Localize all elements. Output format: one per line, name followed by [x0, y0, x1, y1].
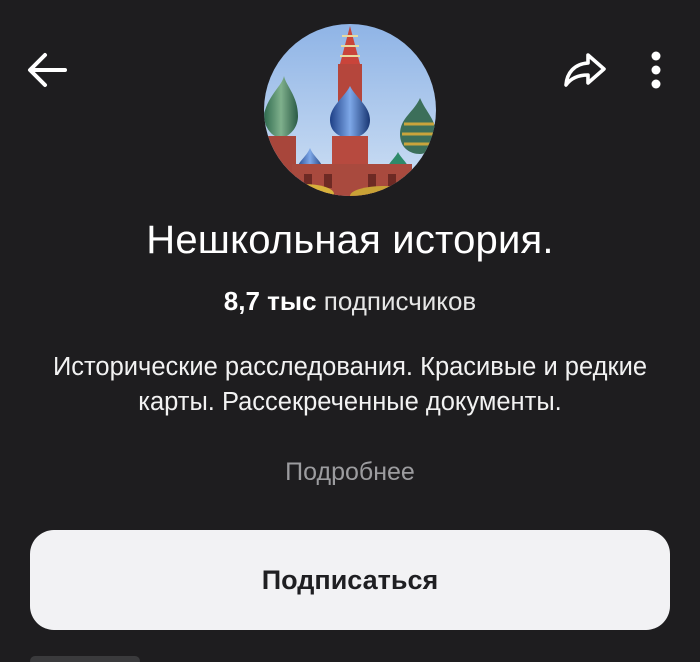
- arrow-left-icon: [28, 53, 67, 87]
- more-options-button[interactable]: [634, 44, 678, 96]
- back-button[interactable]: [18, 44, 76, 96]
- subscribers-count: 8,7 тыс: [223, 286, 317, 316]
- more-details-link[interactable]: Подробнее: [0, 458, 700, 487]
- channel-avatar: [264, 24, 436, 196]
- channel-title: Нешкольная история.: [146, 218, 554, 262]
- channel-page: Нешкольная история. 8,7 тыс подписчиков …: [0, 0, 700, 662]
- subscribe-button-label: Подписаться: [261, 564, 439, 595]
- channel-description: Исторические расследования. Красивые и р…: [52, 353, 648, 416]
- share-arrow-icon: [564, 53, 606, 87]
- next-section-edge: [30, 656, 140, 662]
- subscribe-button[interactable]: Подписаться: [30, 530, 670, 630]
- subscribers-info: 8,7 тыс подписчиков: [0, 286, 700, 317]
- vertical-dots-icon: [651, 51, 661, 89]
- share-button[interactable]: [558, 44, 612, 96]
- st-basils-cathedral-image: [264, 24, 436, 196]
- subscribers-label: подписчиков: [323, 286, 477, 316]
